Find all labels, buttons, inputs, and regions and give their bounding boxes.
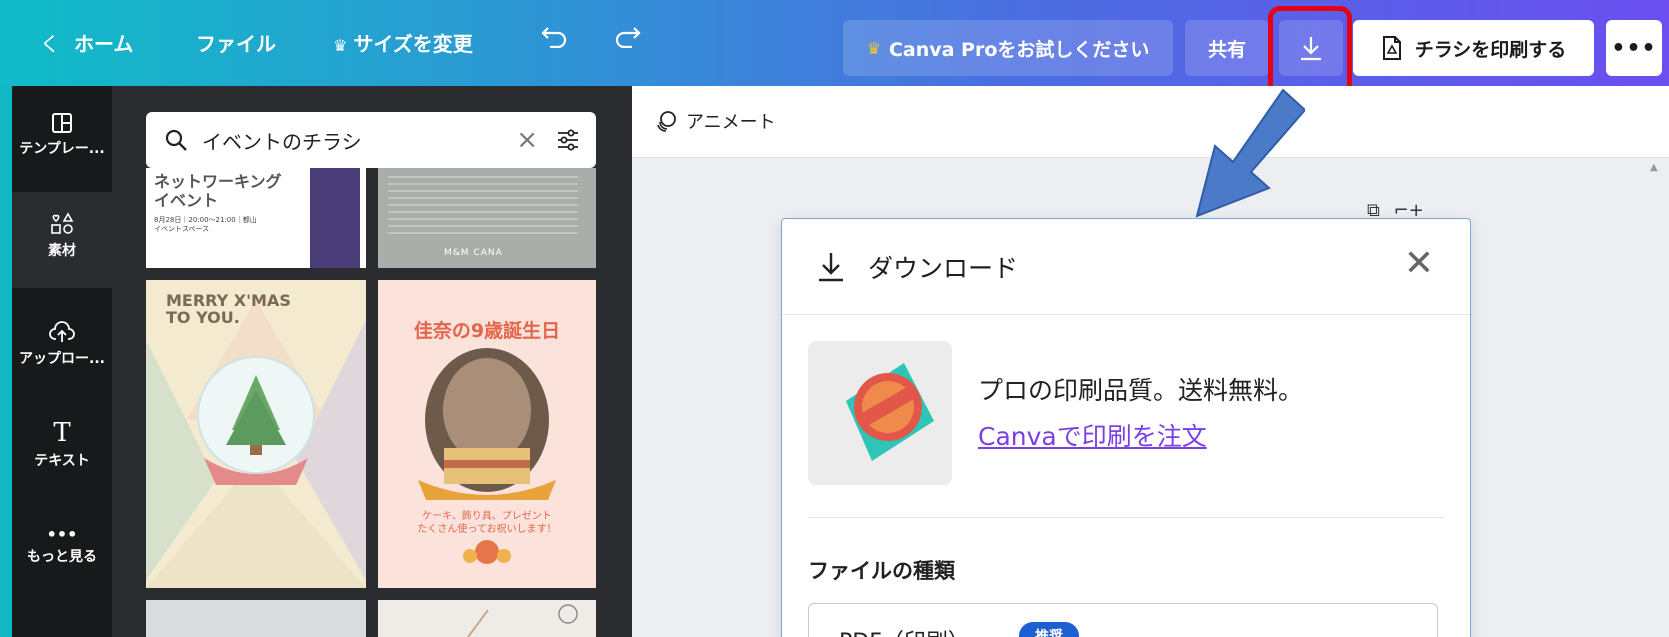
file-menu-button[interactable]: ファイル [196, 28, 276, 57]
redo-icon[interactable] [612, 22, 642, 55]
thumbnail-subtitle: 8月28日｜20:00〜21:00｜都山 イベントスペース [154, 216, 257, 233]
sidebar-item-label: テンプレー... [19, 141, 105, 157]
more-icon: ••• [46, 525, 78, 544]
crown-icon: ♛ [866, 38, 881, 58]
scroll-up-icon[interactable]: ▲ [1650, 162, 1658, 173]
template-thumbnail-networking[interactable]: ネットワーキング イベント 8月28日｜20:00〜21:00｜都山 イベントス… [146, 168, 366, 268]
sidebar-item-templates[interactable]: テンプレー... [12, 112, 112, 182]
resize-button[interactable]: ♛ サイズを変更 [333, 28, 473, 57]
search-icon [165, 129, 187, 151]
resize-label: サイズを変更 [353, 32, 473, 56]
download-icon [819, 253, 843, 282]
recommended-badge: 推奨 [1019, 622, 1079, 637]
print-promo-image [808, 341, 952, 485]
upload-icon [49, 321, 75, 342]
sidebar-item-elements[interactable]: 素材 [12, 192, 112, 288]
template-search-input[interactable]: イベントのチラシ × [146, 112, 596, 168]
try-pro-button[interactable]: ♛ Canva Proをお試しください [843, 20, 1173, 76]
print-promo-text: プロの印刷品質。送料無料。 [978, 376, 1304, 405]
sidebar-item-label: もっと見る [27, 549, 97, 565]
thumbnail-brand: M&M CANA [444, 248, 503, 258]
editor-toolbar [632, 86, 1669, 158]
download-panel-header: ダウンロード ✕ [782, 219, 1470, 315]
search-value: イベントのチラシ [202, 129, 362, 154]
download-panel: ダウンロード ✕ プロの印刷品質。送料無料。 Canvaで印刷を注文 ファイルの… [781, 218, 1471, 637]
flower-icon [467, 604, 578, 637]
sidebar-item-label: テキスト [34, 453, 90, 469]
file-type-value: PDF（印刷） [839, 624, 970, 637]
animate-icon [657, 111, 676, 132]
template-thumbnail[interactable] [378, 600, 596, 637]
template-thumbnail[interactable] [146, 600, 366, 637]
pointer-arrow [1185, 88, 1307, 218]
sidebar-item-uploads[interactable]: アップロー... [12, 320, 112, 400]
undo-icon[interactable] [540, 22, 570, 55]
close-icon[interactable]: ✕ [1404, 243, 1434, 284]
elements-icon [51, 212, 74, 234]
file-type-label: ファイルの種類 [808, 559, 955, 583]
sidebar-item-text[interactable]: T テキスト [12, 420, 112, 490]
home-button[interactable]: くホーム [40, 28, 133, 57]
sidebar-item-label: アップロー... [19, 351, 105, 367]
more-options-button[interactable]: ••• [1606, 20, 1662, 76]
print-flyer-label: チラシを印刷する [1414, 38, 1567, 61]
template-icon [52, 113, 72, 133]
clear-search-icon[interactable]: × [516, 125, 538, 155]
chevron-left-icon: く [40, 32, 60, 56]
window-edge [0, 86, 12, 637]
sidebar-item-label: 素材 [48, 243, 76, 259]
sidebar-item-more[interactable]: ••• もっと見る [12, 525, 112, 588]
download-panel-title: ダウンロード [816, 249, 1018, 285]
birthday-illustration [418, 348, 556, 564]
thumbnail-title: ネットワーキング イベント [154, 172, 282, 210]
template-thumbnail-christmas[interactable]: MERRY X'MAS TO YOU. [146, 280, 366, 588]
thumbnail-color-block [310, 168, 360, 268]
thumbnail-caption: ケーキ、飾り具、プレゼント たくさん使ってお祝いします！ [417, 511, 557, 535]
print-document-icon [1382, 36, 1401, 60]
download-title-text: ダウンロード [868, 254, 1019, 283]
thumbnail-title: MERRY X'MAS TO YOU. [166, 291, 291, 327]
print-flyer-button[interactable]: チラシを印刷する [1353, 20, 1594, 76]
top-toolbar: くホーム ファイル ♛ サイズを変更 ♛ Canva Proをお試しください 共有… [0, 0, 1669, 86]
divider [808, 517, 1444, 518]
filter-icon[interactable] [556, 129, 580, 151]
template-thumbnail-mm-cana[interactable]: M&M CANA [378, 168, 596, 268]
text-icon: T [53, 418, 71, 448]
animate-button[interactable]: アニメート [654, 108, 776, 134]
try-pro-label: Canva Proをお試しください [888, 38, 1150, 61]
share-button[interactable]: 共有 [1185, 20, 1269, 76]
order-print-link[interactable]: Canvaで印刷を注文 [978, 417, 1207, 453]
crown-icon: ♛ [333, 36, 348, 55]
template-thumbnail-birthday[interactable]: 佳奈の9歳誕生日 ケーキ、飾り具、プレゼント たくさん使ってお祝いします！ [378, 280, 596, 588]
home-label: ホーム [74, 32, 134, 56]
thumbnail-text-lines [388, 176, 578, 236]
animate-label: アニメート [686, 112, 776, 133]
file-type-select[interactable]: PDF（印刷） 推奨 [808, 603, 1438, 637]
